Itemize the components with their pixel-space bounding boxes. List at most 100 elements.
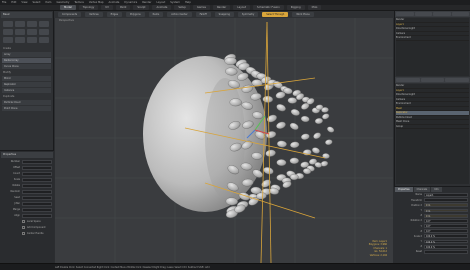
property-value[interactable]: 100.0 % <box>424 239 468 244</box>
property-value[interactable]: Layer1 <box>424 192 468 197</box>
menu-item[interactable]: Dynamics <box>124 1 137 4</box>
property-field[interactable] <box>22 159 52 164</box>
tab-mode[interactable]: Rigging <box>286 5 305 10</box>
tab-mode[interactable]: Topology <box>78 5 99 10</box>
tab-mode[interactable]: Model <box>60 5 76 10</box>
pill-clone[interactable] <box>266 114 278 124</box>
pill-clone[interactable] <box>229 98 242 107</box>
tool-icon[interactable] <box>39 37 49 43</box>
toolbar-button[interactable]: Edges <box>106 12 122 17</box>
property-value[interactable]: 0 m <box>424 203 468 207</box>
pill-clone[interactable] <box>322 153 330 159</box>
tool-list-item[interactable]: Particle Cloud <box>2 100 51 105</box>
property-value[interactable] <box>424 250 468 254</box>
menu-item[interactable]: File <box>2 1 6 4</box>
toolbar-button[interactable]: Falloff <box>195 12 211 17</box>
menu-item[interactable]: Help <box>185 1 191 4</box>
pill-clone[interactable] <box>260 178 272 189</box>
tab-properties[interactable]: Info <box>431 187 442 192</box>
property-value[interactable] <box>424 198 468 202</box>
menu-item[interactable]: Texture <box>74 1 84 4</box>
tab-groups-2[interactable] <box>445 78 470 82</box>
tab-mode[interactable]: Setup <box>174 5 190 10</box>
menu-item[interactable]: Select <box>33 1 41 4</box>
tab-mode[interactable]: UV <box>101 5 113 10</box>
pill-clone[interactable] <box>326 126 335 134</box>
property-value[interactable]: 0.0° <box>424 229 468 233</box>
tree-item[interactable]: Environment <box>396 36 469 41</box>
tool-icon[interactable] <box>39 21 49 27</box>
property-field[interactable] <box>22 201 52 206</box>
toolbar-button[interactable]: Components <box>58 12 82 17</box>
pill-clone[interactable] <box>290 108 301 117</box>
tool-icon[interactable] <box>3 37 13 43</box>
menu-item[interactable]: Geometry <box>56 1 69 4</box>
tab-properties[interactable]: Properties <box>395 187 413 192</box>
menu-item[interactable]: Edit <box>11 1 16 4</box>
tab-mode[interactable]: Render <box>212 5 231 10</box>
tool-icon[interactable] <box>15 29 25 35</box>
toolbar-button[interactable]: Polygons <box>125 12 145 17</box>
tool-icon[interactable] <box>15 21 25 27</box>
tool-list-item[interactable]: Point Clone <box>2 106 51 111</box>
tool-icon[interactable] <box>39 29 49 35</box>
checkbox[interactable] <box>22 226 25 229</box>
tool-list-item[interactable]: Replicator <box>2 82 51 87</box>
toolbar-button[interactable]: Vertices <box>85 12 103 17</box>
menu-item[interactable]: Vertex Map <box>89 1 104 4</box>
menu-item[interactable]: Animate <box>109 1 120 4</box>
pill-clone[interactable] <box>300 115 310 123</box>
pill-clone[interactable] <box>321 107 329 113</box>
pill-clone[interactable] <box>289 157 299 164</box>
property-field[interactable] <box>22 213 52 218</box>
tab-items[interactable] <box>396 12 414 16</box>
menu-item[interactable]: View <box>21 1 27 4</box>
toolbar-button[interactable]: Select Through <box>262 12 289 17</box>
property-value[interactable]: 0 m <box>424 213 468 218</box>
property-field[interactable] <box>22 195 52 200</box>
pill-clone[interactable] <box>289 122 300 132</box>
toolbar-button[interactable]: Items <box>148 12 164 17</box>
property-value[interactable]: 0 m <box>424 208 468 213</box>
3d-viewport[interactable]: Perspective Item: Layer1 Polygons: 3,960… <box>55 18 393 263</box>
property-field[interactable] <box>22 183 52 188</box>
property-value[interactable]: 0.0° <box>424 224 468 228</box>
tool-icon[interactable] <box>27 21 37 27</box>
tab-properties[interactable]: Channels <box>413 187 431 192</box>
property-field[interactable] <box>22 189 52 194</box>
tab-images[interactable] <box>451 12 469 16</box>
property-field[interactable] <box>22 177 52 182</box>
pill-clone[interactable] <box>287 97 297 104</box>
pill-clone[interactable] <box>312 131 322 140</box>
toolbar-button[interactable]: Work Plane <box>292 12 314 17</box>
tab-mode[interactable]: Paint <box>115 5 131 10</box>
pill-clone[interactable] <box>263 166 275 175</box>
property-field[interactable] <box>22 171 52 176</box>
pill-clone[interactable] <box>276 140 287 148</box>
property-field[interactable] <box>22 207 52 212</box>
tab-mode[interactable]: Layout <box>233 5 251 10</box>
tab-shading[interactable] <box>414 12 432 16</box>
menu-item[interactable]: Item <box>46 1 52 4</box>
property-field[interactable] <box>22 165 52 170</box>
toolbar-button[interactable]: Action Center <box>167 12 192 17</box>
menu-item[interactable]: Layout <box>156 1 165 4</box>
pill-clone[interactable] <box>275 121 286 130</box>
tab-items-2[interactable] <box>396 78 420 82</box>
tool-icon[interactable] <box>27 37 37 43</box>
property-value[interactable]: 100.0 % <box>424 234 468 238</box>
pill-clone[interactable] <box>321 113 330 121</box>
pill-clone[interactable] <box>325 139 333 145</box>
pill-clone[interactable] <box>265 149 276 157</box>
tab-mode[interactable]: MoG <box>307 5 322 10</box>
menu-item[interactable]: Render <box>142 1 151 4</box>
tab-mode[interactable]: Sculpt <box>133 5 150 10</box>
checkbox[interactable] <box>22 232 25 235</box>
pill-clone[interactable] <box>314 118 323 124</box>
toolbar-button[interactable]: Snapping <box>214 12 234 17</box>
tool-list-item[interactable]: Curve Clone <box>2 64 51 69</box>
tool-icon[interactable] <box>3 29 13 35</box>
tool-icon[interactable] <box>15 37 25 43</box>
pill-clone[interactable] <box>262 95 274 103</box>
tab-mode[interactable]: Games <box>192 5 210 10</box>
